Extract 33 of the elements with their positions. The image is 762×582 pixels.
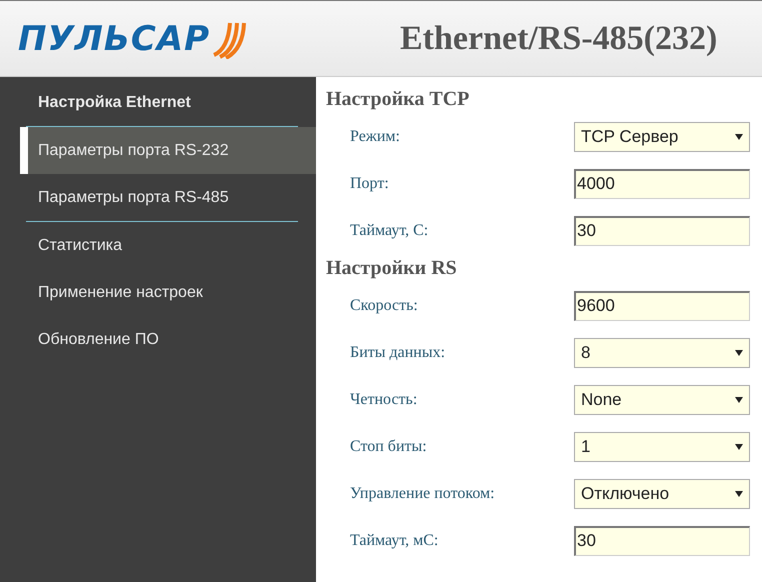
dropdown-arrow-icon <box>735 134 743 140</box>
dropdown[interactable]: None <box>574 384 750 414</box>
input-field[interactable]: 30 <box>574 216 750 246</box>
input-field[interactable]: 30 <box>574 526 750 556</box>
dropdown[interactable]: 1 <box>574 432 750 462</box>
page-title: Ethernet/RS-485(232) <box>400 20 718 58</box>
field-label: Порт: <box>350 174 389 192</box>
field-label: Режим: <box>350 128 400 146</box>
logo: ПУЛЬСАР <box>18 18 398 58</box>
field-label: Стоп биты: <box>350 438 427 456</box>
sidebar-heading[interactable]: Настройка Ethernet <box>0 79 316 126</box>
dropdown[interactable]: TCP Сервер <box>574 122 750 152</box>
sidebar-item[interactable]: Обновление ПО <box>0 316 316 363</box>
input-field[interactable]: 4000 <box>574 168 750 198</box>
dropdown[interactable]: Отключено <box>574 478 750 508</box>
section-title: Настройка TCP <box>326 87 470 112</box>
field-label: Биты данных: <box>350 344 446 362</box>
dropdown-arrow-icon <box>735 396 743 402</box>
field-label: Таймаут, мС: <box>350 532 438 550</box>
field-label: Управление потоком: <box>350 484 495 502</box>
dropdown-arrow-icon <box>735 350 743 356</box>
sidebar-item[interactable]: Параметры порта RS-232 <box>20 127 316 174</box>
dropdown-arrow-icon <box>735 490 743 496</box>
dropdown[interactable]: 8 <box>574 338 750 368</box>
sidebar-item[interactable]: Параметры порта RS-485 <box>0 174 316 221</box>
input-field[interactable]: 9600 <box>574 290 750 320</box>
section-title: Настройки RS <box>326 256 458 281</box>
sidebar-item[interactable]: Статистика <box>0 222 316 269</box>
field-label: Таймаут, С: <box>350 222 428 240</box>
sidebar-item[interactable]: Применение настроек <box>0 269 316 316</box>
field-label: Четность: <box>350 390 418 408</box>
dropdown-arrow-icon <box>735 444 743 450</box>
field-label: Скорость: <box>350 296 418 314</box>
